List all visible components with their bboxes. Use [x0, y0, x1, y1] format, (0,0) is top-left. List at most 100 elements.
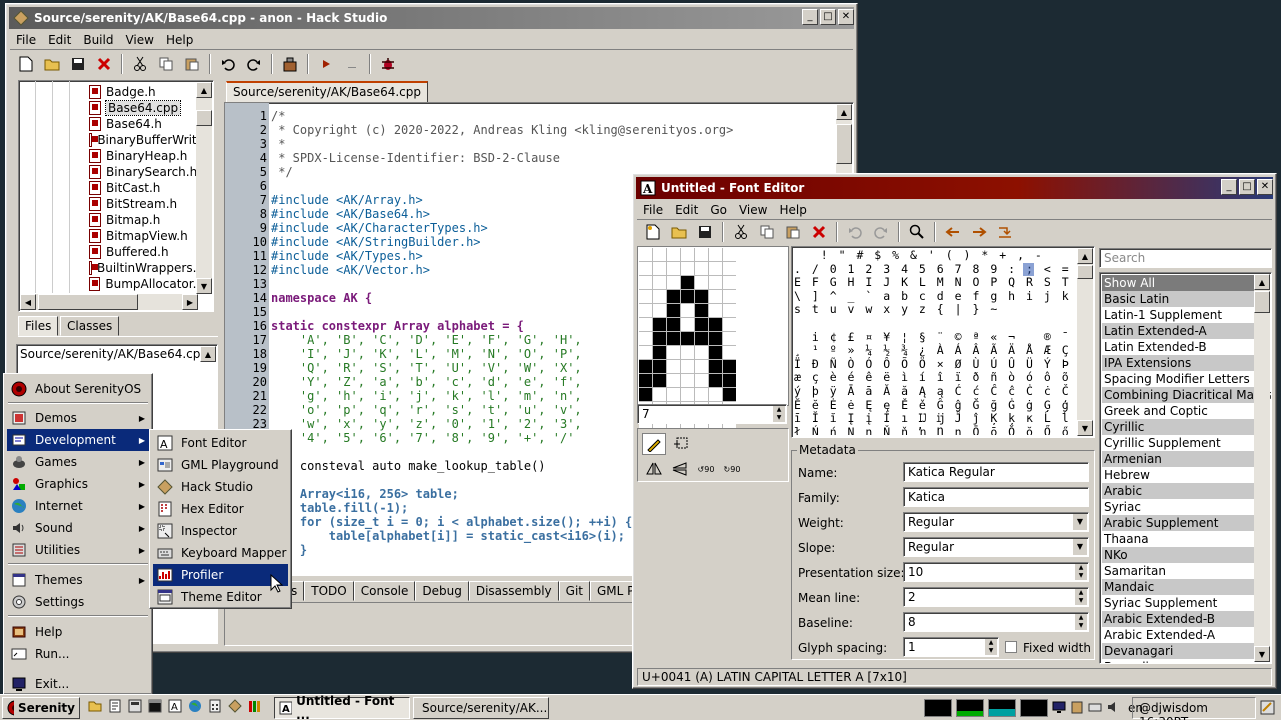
glyph-pixel[interactable]: [723, 276, 736, 289]
glyph-pixel[interactable]: [639, 262, 652, 275]
unicode-block-item[interactable]: Arabic Supplement: [1102, 515, 1254, 531]
open-file-entry[interactable]: Source/serenity/AK/Base64.cpp: [17, 345, 217, 363]
close-button[interactable]: ✕: [1257, 179, 1273, 195]
scroll-up-icon[interactable]: ▲: [836, 104, 852, 120]
next-glyph-icon[interactable]: [967, 220, 991, 244]
unicode-block-item[interactable]: Hebrew: [1102, 467, 1254, 483]
glyph-pixel[interactable]: [723, 388, 736, 401]
copy-icon[interactable]: [755, 220, 779, 244]
unicode-block-item[interactable]: Cyrillic: [1102, 419, 1254, 435]
start-menu-item-games[interactable]: Games ▶: [7, 451, 149, 473]
file-tree-item[interactable]: BuiltinWrappers.h: [89, 260, 204, 276]
fixed-width-checkbox[interactable]: [1005, 641, 1017, 653]
glyph-map[interactable]: ! " # $ % & ' ( ) * + , -. / 0 1 2 3 4 5…: [791, 246, 1095, 438]
file-tree-item[interactable]: Base64.h: [89, 116, 204, 132]
taskbar-fonteditor[interactable]: A Untitled - Font ...: [274, 694, 410, 720]
glyph-pixel[interactable]: [639, 290, 652, 303]
start-menu-item-internet[interactable]: Internet ▶: [7, 495, 149, 517]
delete-icon[interactable]: [807, 220, 831, 244]
scroll-thumb[interactable]: [1254, 291, 1270, 313]
scroll-up-icon[interactable]: ▲: [1254, 274, 1270, 290]
calculator-icon[interactable]: [208, 699, 222, 716]
glyph-pixel[interactable]: [639, 388, 652, 401]
clipboard-icon[interactable]: [1070, 700, 1084, 717]
glyph-pixel[interactable]: [709, 248, 722, 261]
file-manager-icon[interactable]: [88, 699, 102, 716]
glyph-width-spinbox[interactable]: 7 ▲ ▼: [637, 404, 787, 424]
glyph-pixel[interactable]: [667, 346, 680, 359]
cut-icon[interactable]: [729, 220, 753, 244]
rotate-cw-icon[interactable]: ↻90: [720, 459, 744, 479]
tab-todo[interactable]: TODO: [304, 581, 354, 601]
dev-menu-item-inspector[interactable]: Inspector: [153, 520, 288, 542]
glyph-pixel[interactable]: [667, 374, 680, 387]
volume-icon[interactable]: [1106, 700, 1120, 717]
block-list-scrollbar[interactable]: ▲ ▼: [1254, 274, 1270, 662]
fonteditor-titlebar[interactable]: A Untitled - Font Editor _ □ ✕: [636, 177, 1273, 199]
glyph-pixel[interactable]: [723, 304, 736, 317]
file-tree-hscrollbar[interactable]: ◀ ▶: [20, 294, 198, 310]
glyph-pixel[interactable]: [639, 360, 652, 373]
glyph-pixel[interactable]: [695, 276, 708, 289]
text-editor-icon[interactable]: [108, 699, 122, 716]
spinbox-arrows-icon[interactable]: ▲ ▼: [1075, 589, 1087, 605]
unicode-block-item[interactable]: IPA Extensions: [1102, 355, 1254, 371]
glyph-pixel[interactable]: [653, 304, 666, 317]
file-tree-item[interactable]: Base64.cpp: [89, 100, 204, 116]
glyph-pixel[interactable]: [639, 248, 652, 261]
glyph-pixel[interactable]: [695, 262, 708, 275]
previous-glyph-icon[interactable]: [941, 220, 965, 244]
tab-debug[interactable]: Debug: [415, 581, 469, 601]
dev-menu-item-profiler[interactable]: Profiler: [153, 564, 288, 586]
glyph-pixel[interactable]: [653, 318, 666, 331]
dev-menu-item-gml-playground[interactable]: GML Playground: [153, 454, 288, 476]
taskbar-hackstudio[interactable]: Source/serenity/AK...: [413, 696, 549, 719]
start-button[interactable]: Serenity: [2, 696, 80, 719]
file-tree-item[interactable]: BitStream.h: [89, 196, 204, 212]
new-file-icon[interactable]: [14, 52, 38, 76]
glyph-pixel[interactable]: [681, 346, 694, 359]
unicode-block-item[interactable]: Greek and Coptic: [1102, 403, 1254, 419]
glyph-pixel[interactable]: [653, 290, 666, 303]
glyph-pixel[interactable]: [667, 360, 680, 373]
code-line[interactable]: * SPDX-License-Identifier: BSD-2-Clause: [271, 151, 733, 165]
stop-icon[interactable]: [340, 52, 364, 76]
user-time[interactable]: @djwisdom 16:30PT: [1139, 701, 1208, 720]
unicode-block-item[interactable]: Spacing Modifier Letters: [1102, 371, 1254, 387]
glyph-pixel[interactable]: [723, 248, 736, 261]
open-folder-icon[interactable]: [40, 52, 64, 76]
glyph-map-row[interactable]: ¸ ¹ º » ¼ ½ ¾ ¿ À Á Â Ã Ä Å Æ Ç È É Ê Ë …: [794, 344, 1076, 358]
scroll-thumb[interactable]: [1077, 265, 1093, 279]
glyph-pixel[interactable]: [695, 290, 708, 303]
file-tree-item[interactable]: Badge.h: [89, 84, 204, 100]
glyph-map-row[interactable]: ī Ĭ ĭ Į į İ ı Ĳ ĳ Ĵ ĵ Ķ ķ ĸ Ĺ ĺ Ļ ļ Ľ ľ …: [794, 412, 1076, 426]
hackstudio-titlebar[interactable]: Source/serenity/AK/Base64.cpp - anon - H…: [9, 7, 854, 29]
menu-edit[interactable]: Edit: [42, 33, 77, 47]
unicode-block-item[interactable]: Arabic Extended-B: [1102, 611, 1254, 627]
glyph-pixel[interactable]: [639, 276, 652, 289]
menu-file[interactable]: File: [637, 203, 669, 217]
scroll-thumb[interactable]: [836, 124, 852, 164]
glyph-pixel[interactable]: [667, 276, 680, 289]
start-menu-item-settings[interactable]: Settings: [7, 591, 149, 613]
glyph-pixel[interactable]: [709, 346, 722, 359]
code-line[interactable]: * Copyright (c) 2020-2022, Andreas Kling…: [271, 123, 733, 137]
glyph-pixel[interactable]: [653, 346, 666, 359]
undo-icon[interactable]: [843, 220, 867, 244]
file-tree-item[interactable]: BumpAllocator.h: [89, 276, 204, 292]
keyboard-icon[interactable]: [1088, 700, 1102, 717]
menu-view[interactable]: View: [733, 203, 773, 217]
glyph-pixel[interactable]: [639, 346, 652, 359]
glyph-pixel[interactable]: [653, 360, 666, 373]
glyph-pixel[interactable]: [695, 304, 708, 317]
tab-console[interactable]: Console: [353, 581, 416, 601]
glyph-pixel[interactable]: [695, 248, 708, 261]
start-menu-item-graphics[interactable]: Graphics ▶: [7, 473, 149, 495]
unicode-block-item[interactable]: Basic Latin: [1102, 291, 1254, 307]
presentation-size-spinbox[interactable]: 10 ▲ ▼: [903, 562, 1089, 582]
copy-icon[interactable]: [154, 52, 178, 76]
unicode-block-item[interactable]: Bengali: [1102, 659, 1254, 663]
new-font-icon[interactable]: [641, 220, 665, 244]
glyph-pixel[interactable]: [709, 360, 722, 373]
scroll-right-icon[interactable]: ▶: [182, 294, 198, 310]
